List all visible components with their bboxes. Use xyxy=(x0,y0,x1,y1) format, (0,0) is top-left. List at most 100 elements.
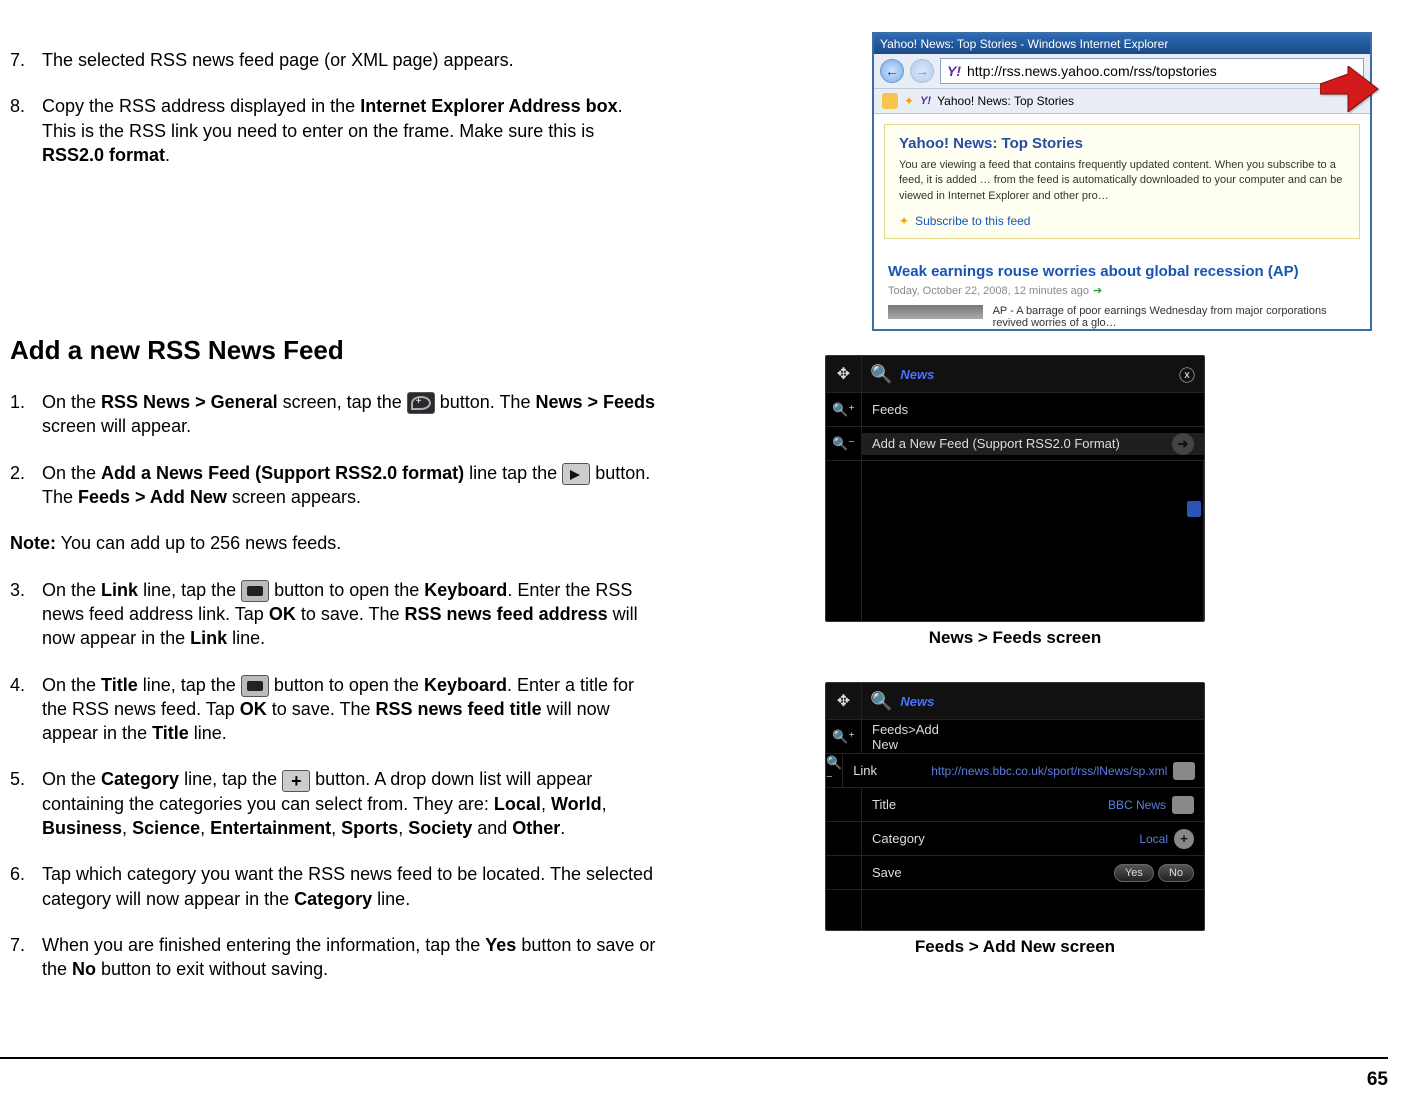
feed-title: Yahoo! News: Top Stories xyxy=(899,135,1345,152)
tab-label[interactable]: Yahoo! News: Top Stories xyxy=(937,94,1074,108)
search-icon[interactable]: 🔍 xyxy=(870,364,892,385)
title-row[interactable]: TitleBBC News xyxy=(826,788,1204,822)
b: Keyboard xyxy=(424,580,507,600)
page-footer: 65 xyxy=(0,1057,1388,1091)
step-5: 5. On the Category line, tap the button.… xyxy=(10,767,658,840)
step-6: 6. Tap which category you want the RSS n… xyxy=(10,862,658,911)
zoom-out-icon[interactable]: 🔍⁻ xyxy=(826,754,843,787)
t: On the xyxy=(42,675,101,695)
main-steps: 1. On the RSS News > General screen, tap… xyxy=(10,390,658,981)
ie-window: Yahoo! News: Top Stories - Windows Inter… xyxy=(872,32,1372,331)
bold: RSS2.0 format xyxy=(42,145,165,165)
add-feed-row[interactable]: 🔍⁻ Add a New Feed (Support RSS2.0 Format… xyxy=(826,427,1204,461)
b: Link xyxy=(101,580,138,600)
yahoo-logo-icon: Y! xyxy=(920,95,931,107)
step-text: On the Link line, tap the button to open… xyxy=(42,578,658,651)
title-text: News xyxy=(900,694,934,709)
move-icon[interactable]: ✥ xyxy=(826,356,862,392)
t: line tap the xyxy=(464,463,562,483)
t: to save. The xyxy=(267,699,376,719)
move-icon[interactable]: ✥ xyxy=(826,683,862,719)
link-row[interactable]: 🔍⁻ Linkhttp://news.bbc.co.uk/sport/rss/l… xyxy=(826,754,1204,788)
no-button[interactable]: No xyxy=(1158,864,1194,882)
title-text: News xyxy=(900,367,934,382)
t: On the xyxy=(42,392,101,412)
category-label: Category xyxy=(872,831,942,846)
step-text: On the Title line, tap the button to ope… xyxy=(42,673,658,746)
b: Title xyxy=(152,723,189,743)
note-label: Note: xyxy=(10,533,56,553)
sidebar-spacer xyxy=(826,461,862,621)
cat: Entertainment xyxy=(210,818,331,838)
caption-1: News > Feeds screen xyxy=(658,628,1372,648)
b: OK xyxy=(240,699,267,719)
t: line, tap the xyxy=(179,769,282,789)
device-add-new: ✥ 🔍News 🔍⁺ Feeds>Add New 🔍⁻ Linkhttp://n… xyxy=(825,682,1205,931)
search-icon[interactable]: 🔍 xyxy=(870,691,892,712)
cat: World xyxy=(551,794,602,814)
ie-tabs: ✦ Y! Yahoo! News: Top Stories xyxy=(874,89,1370,114)
step-number: 7. xyxy=(10,933,42,982)
article-thumbnail xyxy=(888,305,983,319)
step-text: On the Category line, tap the button. A … xyxy=(42,767,658,840)
bold: Internet Explorer Address box xyxy=(360,96,617,116)
yes-button[interactable]: Yes xyxy=(1114,864,1154,882)
address-bar[interactable]: Y! http://rss.news.yahoo.com/rss/topstor… xyxy=(940,58,1364,84)
b: RSS News > General xyxy=(101,392,278,412)
text: . xyxy=(165,145,170,165)
step-text: Copy the RSS address displayed in the In… xyxy=(42,94,658,167)
arrow-icon: ➔ xyxy=(1093,284,1102,297)
favorites-icon[interactable] xyxy=(882,93,898,109)
cat: Local xyxy=(494,794,541,814)
device-topbar: ✥ 🔍 News ⓧ xyxy=(826,356,1204,393)
section-heading: Add a new RSS News Feed xyxy=(10,335,658,366)
note-text: You can add up to 256 news feeds. xyxy=(56,533,341,553)
step-number: 2. xyxy=(10,461,42,510)
subscribe-link[interactable]: ✦Subscribe to this feed xyxy=(899,214,1345,228)
arrow-right-icon xyxy=(562,463,590,485)
t: screen appears. xyxy=(227,487,361,507)
zoom-in-icon[interactable]: 🔍⁺ xyxy=(826,393,862,426)
b: Feeds > Add New xyxy=(78,487,227,507)
right-column: Yahoo! News: Top Stories - Windows Inter… xyxy=(658,48,1372,1004)
close-button[interactable]: ⓧ xyxy=(1170,362,1204,386)
ie-navbar: ← → Y! http://rss.news.yahoo.com/rss/top… xyxy=(874,54,1370,89)
zoom-in-icon[interactable]: 🔍⁺ xyxy=(826,720,862,753)
t: line. xyxy=(372,889,410,909)
back-button[interactable]: ← xyxy=(880,59,904,83)
keyboard-icon[interactable] xyxy=(1172,796,1194,814)
step-text: When you are finished entering the infor… xyxy=(42,933,658,982)
category-row[interactable]: CategoryLocal+ xyxy=(826,822,1204,856)
keyboard-icon xyxy=(241,675,269,697)
save-row: Save YesNo xyxy=(826,856,1204,890)
plus-icon[interactable]: + xyxy=(1174,829,1194,849)
b: Keyboard xyxy=(424,675,507,695)
t: On the xyxy=(42,769,101,789)
article-headline[interactable]: Weak earnings rouse worries about global… xyxy=(874,249,1370,284)
go-button[interactable]: ➜ xyxy=(1172,433,1194,455)
zoom-out-icon[interactable]: 🔍⁻ xyxy=(826,427,862,460)
t: When you are finished entering the infor… xyxy=(42,935,485,955)
b: OK xyxy=(269,604,296,624)
step-4: 4. On the Title line, tap the button to … xyxy=(10,673,658,746)
scrollbar-thumb[interactable] xyxy=(1187,501,1201,517)
forward-button[interactable]: → xyxy=(910,59,934,83)
step-number: 7. xyxy=(10,48,42,72)
keyboard-icon[interactable] xyxy=(1173,762,1195,780)
device-2-wrap: ✥ 🔍News 🔍⁺ Feeds>Add New 🔍⁻ Linkhttp://n… xyxy=(658,682,1372,957)
b: Category xyxy=(294,889,372,909)
device-topbar: ✥ 🔍 News xyxy=(826,683,1204,720)
zoom-plus-icon xyxy=(407,392,435,414)
save-label: Save xyxy=(872,865,942,880)
step-text: On the Add a News Feed (Support RSS2.0 f… xyxy=(42,461,658,510)
article-row: AP - A barrage of poor earnings Wednesda… xyxy=(874,305,1370,329)
article-timestamp: Today, October 22, 2008, 12 minutes ago … xyxy=(874,284,1370,305)
keyboard-icon xyxy=(241,580,269,602)
ie-titlebar: Yahoo! News: Top Stories - Windows Inter… xyxy=(874,34,1370,54)
step-text: The selected RSS news feed page (or XML … xyxy=(42,48,658,72)
link-label: Link xyxy=(853,763,923,778)
step-8: 8. Copy the RSS address displayed in the… xyxy=(10,94,658,167)
step-3: 3. On the Link line, tap the button to o… xyxy=(10,578,658,651)
b: Add a News Feed (Support RSS2.0 format) xyxy=(101,463,464,483)
t: screen will appear. xyxy=(42,416,191,436)
